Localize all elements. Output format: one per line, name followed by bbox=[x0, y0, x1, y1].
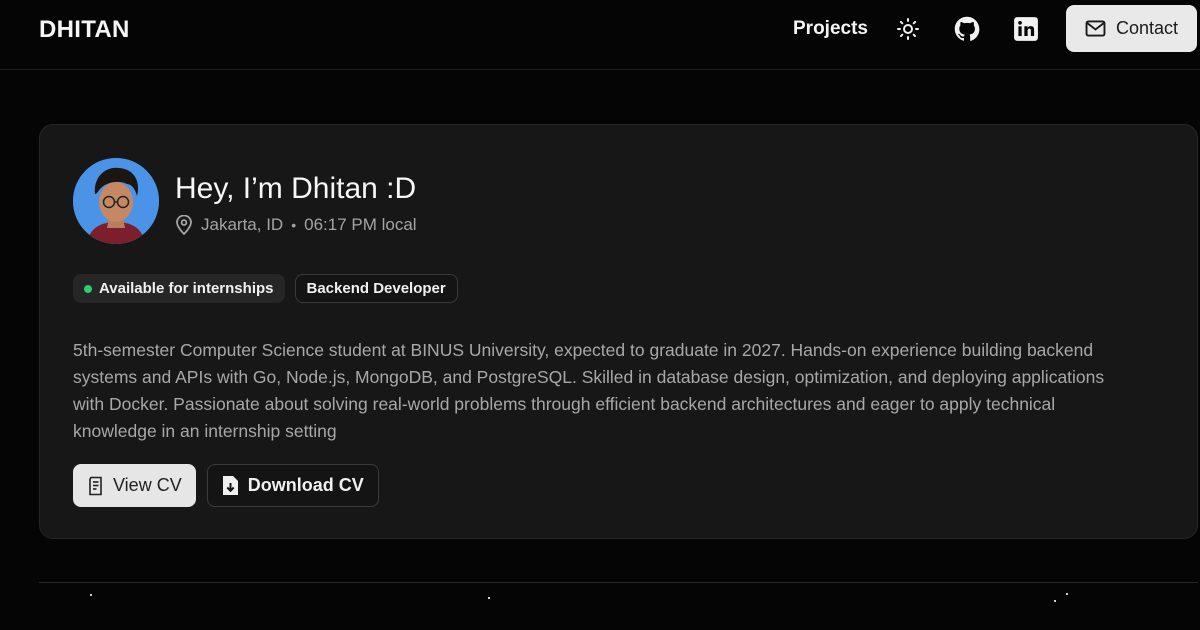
local-time: 06:17 PM local bbox=[304, 215, 417, 234]
download-cv-button[interactable]: Download CV bbox=[206, 464, 379, 507]
github-link[interactable] bbox=[952, 14, 982, 44]
decorative-star bbox=[90, 594, 92, 596]
page: DHITAN Projects Contact Hey, I’m Dhitan … bbox=[0, 0, 1200, 630]
top-navbar: DHITAN Projects Contact bbox=[0, 0, 1200, 70]
document-icon bbox=[89, 476, 102, 495]
mail-icon bbox=[1085, 20, 1106, 37]
location-text: Jakarta, ID bbox=[201, 215, 284, 234]
profile-card: Hey, I’m Dhitan :D Jakarta, ID • 06:17 P… bbox=[39, 124, 1198, 539]
decorative-star bbox=[1054, 600, 1056, 602]
decorative-star bbox=[1066, 593, 1068, 595]
download-cv-label: Download CV bbox=[247, 475, 364, 495]
badge-row: Available for internships Backend Develo… bbox=[73, 274, 458, 303]
location-pin-icon bbox=[176, 215, 192, 235]
linkedin-link[interactable] bbox=[1011, 14, 1041, 44]
profile-bio: 5th-semester Computer Science student at… bbox=[73, 340, 1105, 441]
contact-button[interactable]: Contact bbox=[1066, 5, 1197, 52]
role-badge: Backend Developer bbox=[294, 274, 458, 303]
nav-projects-link[interactable]: Projects bbox=[793, 18, 868, 40]
file-download-icon bbox=[222, 476, 238, 495]
view-cv-label: View CV bbox=[113, 475, 182, 495]
profile-meta: Jakarta, ID • 06:17 PM local bbox=[175, 215, 417, 235]
sun-icon bbox=[897, 18, 919, 40]
section-divider bbox=[39, 582, 1198, 583]
meta-separator: • bbox=[291, 217, 297, 233]
avatar bbox=[73, 158, 159, 244]
linkedin-icon bbox=[1014, 17, 1038, 41]
theme-toggle-button[interactable] bbox=[893, 14, 923, 44]
view-cv-button[interactable]: View CV bbox=[73, 464, 196, 507]
availability-badge: Available for internships bbox=[73, 274, 285, 303]
decorative-star bbox=[488, 597, 490, 599]
github-icon bbox=[954, 16, 980, 41]
availability-label: Available for internships bbox=[99, 280, 274, 297]
contact-label: Contact bbox=[1115, 18, 1179, 38]
cv-actions: View CV Download CV bbox=[73, 464, 379, 507]
profile-greeting: Hey, I’m Dhitan :D bbox=[175, 172, 417, 205]
role-label: Backend Developer bbox=[306, 280, 446, 297]
profile-photo-icon bbox=[73, 158, 159, 244]
status-dot-icon bbox=[84, 284, 92, 293]
brand-logo[interactable]: DHITAN bbox=[39, 16, 130, 44]
